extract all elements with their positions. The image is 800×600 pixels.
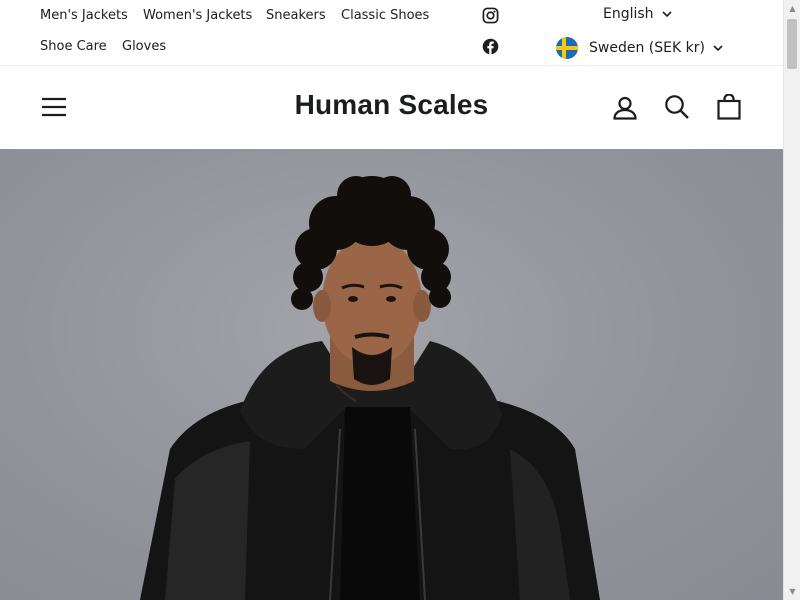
scroll-down-arrow-icon[interactable]: ▼ — [784, 583, 800, 600]
cart-icon[interactable] — [716, 94, 742, 120]
site-header: Human Scales — [0, 67, 783, 149]
chevron-down-icon — [661, 11, 672, 18]
nav-link-shoe-care[interactable]: Shoe Care — [40, 39, 107, 54]
account-icon[interactable] — [612, 95, 638, 121]
sweden-flag-icon — [556, 37, 578, 59]
language-selector[interactable]: English — [603, 6, 673, 22]
nav-link-classic-shoes[interactable]: Classic Shoes — [341, 8, 429, 23]
hero-image[interactable] — [0, 149, 783, 600]
currency-selector[interactable]: Sweden (SEK kr) — [556, 37, 724, 59]
scroll-thumb[interactable] — [787, 19, 797, 69]
currency-value: Sweden (SEK kr) — [589, 40, 705, 56]
search-icon[interactable] — [664, 94, 690, 120]
hero-model-illustration — [140, 176, 600, 600]
facebook-icon[interactable] — [482, 38, 499, 55]
nav-link-sneakers[interactable]: Sneakers — [266, 8, 326, 23]
scroll-up-arrow-icon[interactable]: ▲ — [784, 0, 800, 17]
language-value: English — [603, 6, 654, 22]
page-scrollbar[interactable]: ▲ ▼ — [783, 0, 800, 600]
instagram-icon[interactable] — [482, 7, 499, 24]
nav-link-gloves[interactable]: Gloves — [122, 39, 166, 54]
nav-link-womens-jackets[interactable]: Women's Jackets — [143, 8, 252, 23]
chevron-down-icon — [713, 45, 723, 52]
utility-bar: Men's Jackets Women's Jackets Sneakers C… — [0, 0, 783, 66]
nav-link-mens-jackets[interactable]: Men's Jackets — [40, 8, 128, 23]
